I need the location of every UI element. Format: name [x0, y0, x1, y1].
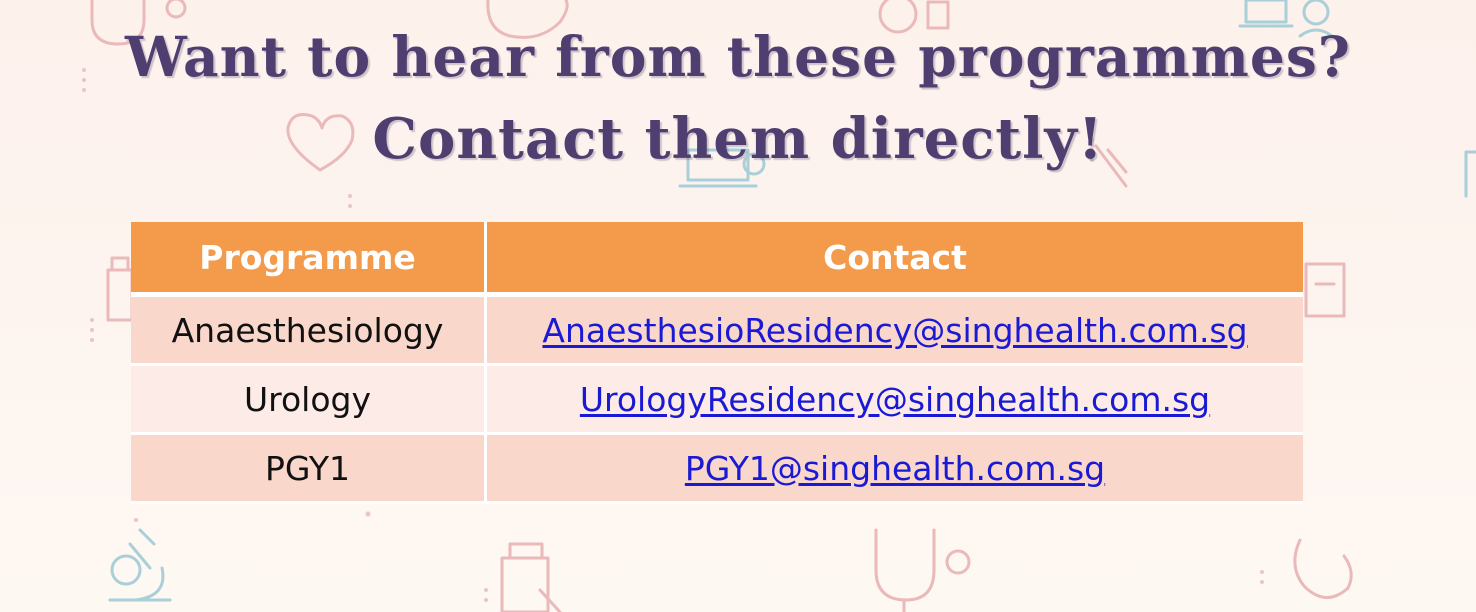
page-title: Want to hear from these programmes? — [124, 24, 1352, 89]
email-link[interactable]: PGY1@singhealth.com.sg — [685, 449, 1105, 488]
contact-cell: PGY1@singhealth.com.sg — [487, 435, 1303, 504]
microscope-icon — [108, 528, 172, 602]
header-programme: Programme — [131, 222, 487, 297]
contact-cell: UrologyResidency@singhealth.com.sg — [487, 366, 1303, 435]
email-link[interactable]: UrologyResidency@singhealth.com.sg — [580, 380, 1210, 419]
header-contact: Contact — [487, 222, 1303, 297]
contact-cell: AnaesthesioResidency@singhealth.com.sg — [487, 297, 1303, 366]
programme-cell: Anaesthesiology — [131, 297, 487, 366]
contacts-table: Programme Contact Anaesthesiology Anaest… — [131, 222, 1303, 504]
medicine-bottle-icon — [500, 542, 562, 612]
stomach-icon — [1293, 538, 1353, 599]
table-header-row: Programme Contact — [131, 222, 1303, 297]
email-link[interactable]: AnaesthesioResidency@singhealth.com.sg — [542, 311, 1247, 350]
clipboard-icon — [1304, 262, 1346, 318]
stethoscope-icon — [874, 528, 971, 612]
page-subtitle: Contact them directly! — [372, 106, 1104, 172]
table-row: Anaesthesiology AnaesthesioResidency@sin… — [131, 297, 1303, 366]
table-row: PGY1 PGY1@singhealth.com.sg — [131, 435, 1303, 504]
table-row: Urology UrologyResidency@singhealth.com.… — [131, 366, 1303, 435]
programme-cell: PGY1 — [131, 435, 487, 504]
pill-bottle-icon — [106, 256, 134, 322]
programme-cell: Urology — [131, 366, 487, 435]
